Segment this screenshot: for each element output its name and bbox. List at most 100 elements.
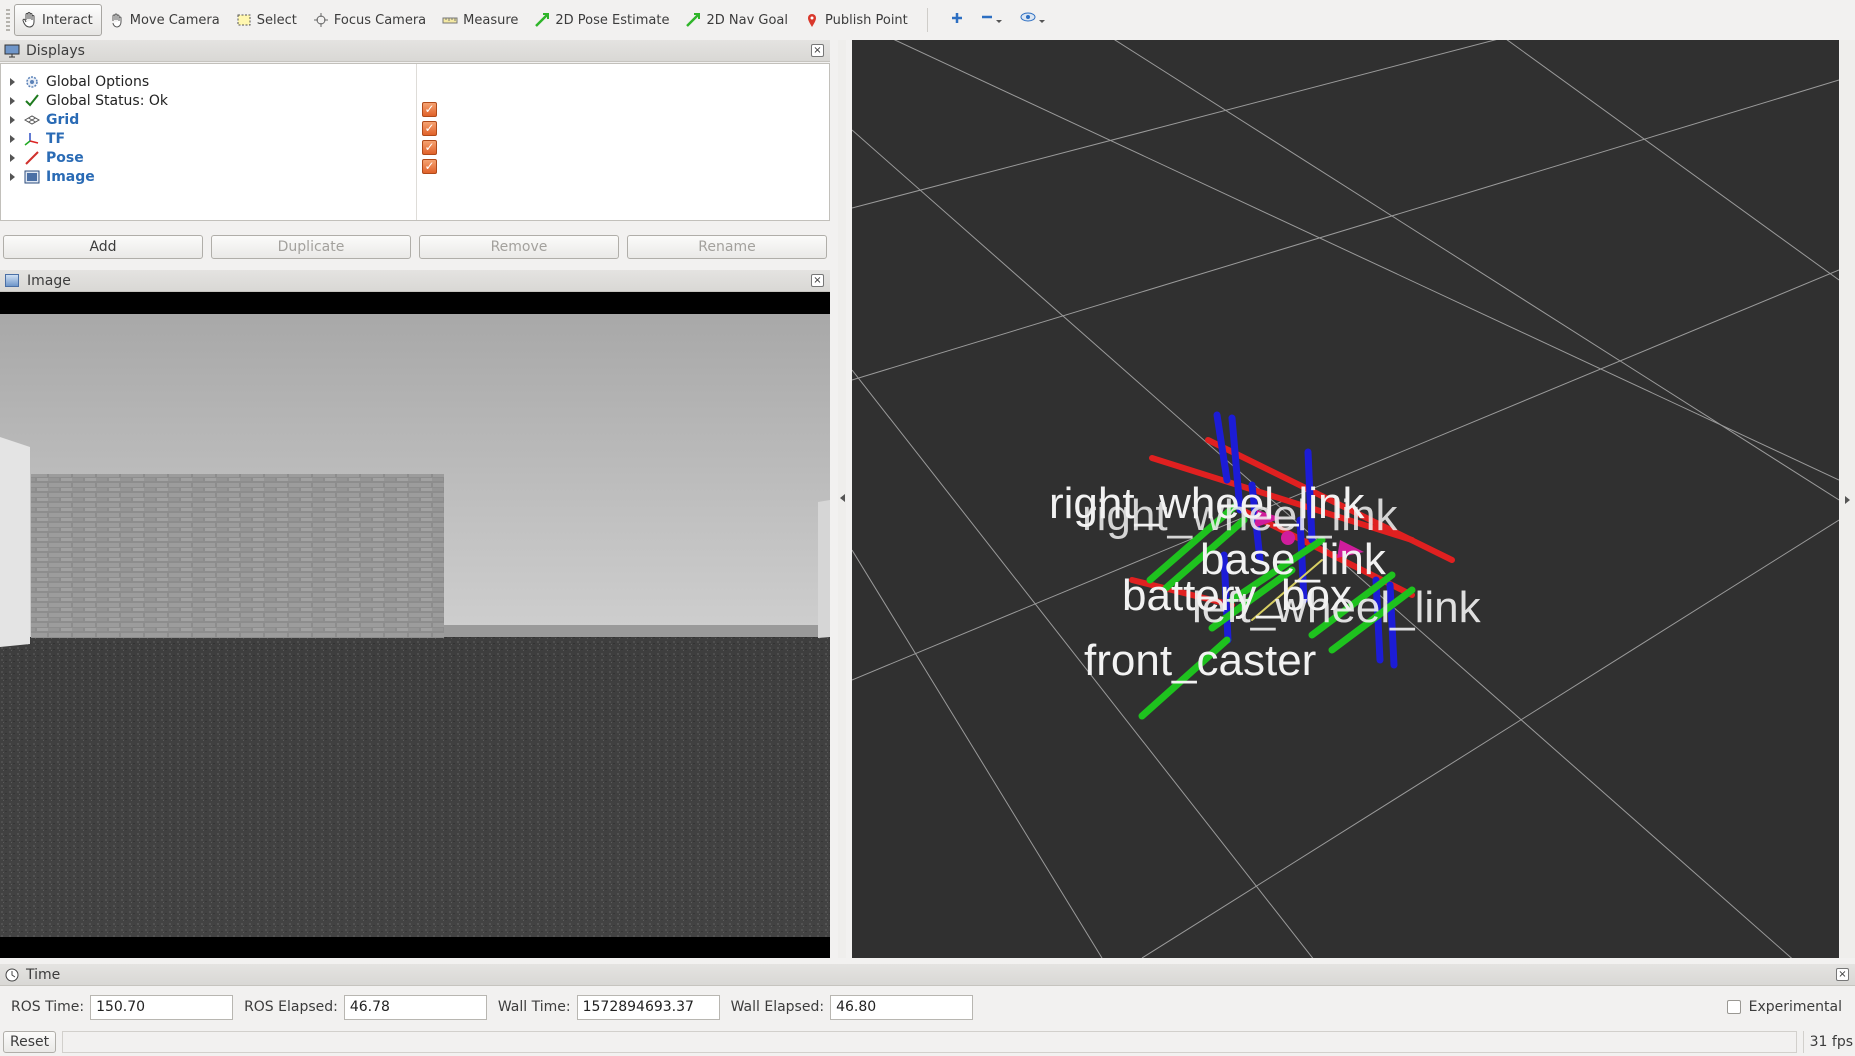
select-tool-button[interactable]: Select <box>229 4 306 36</box>
move-camera-label: Move Camera <box>129 12 220 28</box>
interact-label: Interact <box>42 12 93 28</box>
global-status-label: Global Status: Ok <box>46 92 169 109</box>
wall-time-label: Wall Time: <box>497 999 571 1015</box>
column-divider[interactable] <box>416 64 417 220</box>
remove-tool-menu-button[interactable] <box>972 4 1012 36</box>
nav-goal-icon <box>685 12 701 28</box>
focus-camera-label: Focus Camera <box>333 12 427 28</box>
displays-close-button[interactable]: × <box>811 44 824 57</box>
interact-tool-button[interactable]: Interact <box>14 4 102 36</box>
measure-tool-button[interactable]: Measure <box>435 4 527 36</box>
experimental-checkbox[interactable] <box>1726 1000 1741 1014</box>
tf-label: TF <box>46 130 66 147</box>
monitor-icon <box>4 44 20 58</box>
expand-arrow-icon[interactable] <box>10 153 15 162</box>
measure-icon <box>442 12 458 28</box>
image-icon <box>24 169 40 185</box>
tree-item-image[interactable]: Image <box>1 167 95 186</box>
frame-label: right_wheel_link <box>1082 491 1399 540</box>
pose-enabled-checkbox[interactable]: ✓ <box>422 140 437 155</box>
eye-icon <box>1020 11 1048 29</box>
pose-estimate-icon <box>534 12 550 28</box>
ros-elapsed-field[interactable]: 46.78 <box>343 994 487 1020</box>
frame-label: front_caster <box>1084 636 1316 685</box>
add-display-button[interactable]: Add <box>3 235 203 259</box>
frame-label: left_wheel_link <box>1192 583 1482 632</box>
displays-tree[interactable]: Global Options Global Status: Ok Grid TF <box>0 63 830 221</box>
frame-labels: right_wheel_link right_wheel_link base_l… <box>1049 479 1482 685</box>
publish-point-tool-button[interactable]: Publish Point <box>797 4 917 36</box>
grid-icon <box>23 112 41 128</box>
image-panel-close-button[interactable]: × <box>811 274 824 287</box>
image-panel-title: Image × <box>0 270 830 292</box>
reset-button[interactable]: Reset <box>3 1031 57 1053</box>
time-fields-row: ROS Time: 150.70 ROS Elapsed: 46.78 Wall… <box>0 992 1855 1022</box>
move-camera-icon <box>109 12 125 28</box>
collapse-left-arrow-icon[interactable] <box>840 494 845 502</box>
time-panel-close-button[interactable]: × <box>1836 968 1849 981</box>
image-label: Image <box>46 168 95 185</box>
gear-icon <box>24 74 40 90</box>
rviz-window: Interact Move Camera Select Focus Camera… <box>0 0 1855 1056</box>
displays-panel-title: Displays × <box>0 40 830 62</box>
grid-label: Grid <box>46 111 80 128</box>
expand-arrow-icon[interactable] <box>10 96 15 105</box>
rename-display-button[interactable]: Rename <box>627 235 827 259</box>
grid-enabled-checkbox[interactable]: ✓ <box>422 102 437 117</box>
expand-arrow-icon[interactable] <box>10 134 15 143</box>
wall-time-field[interactable]: 1572894693.37 <box>576 994 720 1020</box>
ros-time-field[interactable]: 150.70 <box>90 994 234 1020</box>
remove-display-button[interactable]: Remove <box>419 235 619 259</box>
camera-image-view[interactable] <box>0 292 830 958</box>
hand-icon <box>21 12 37 28</box>
status-bar: Reset 31 fps <box>0 1028 1855 1056</box>
focus-camera-icon <box>313 12 329 28</box>
nav-goal-tool-button[interactable]: 2D Nav Goal <box>678 4 797 36</box>
pose-arrow-icon <box>24 150 40 166</box>
tree-item-pose[interactable]: Pose <box>1 148 84 167</box>
move-camera-tool-button[interactable]: Move Camera <box>102 4 229 36</box>
image-enabled-checkbox[interactable]: ✓ <box>422 159 437 174</box>
tree-item-global-status[interactable]: Global Status: Ok <box>1 91 168 110</box>
publish-point-label: Publish Point <box>825 12 908 28</box>
plus-icon <box>950 11 964 29</box>
select-label: Select <box>256 12 297 28</box>
expand-arrow-icon[interactable] <box>10 172 15 181</box>
publish-point-icon <box>804 12 820 28</box>
right-dock-splitter[interactable] <box>1840 40 1855 958</box>
tree-item-global-options[interactable]: Global Options <box>1 72 149 91</box>
status-message-area <box>62 1031 1797 1053</box>
experimental-label: Experimental <box>1748 999 1842 1015</box>
ros-elapsed-label: ROS Elapsed: <box>244 999 338 1015</box>
expand-arrow-icon[interactable] <box>10 77 15 86</box>
toolbar-grip[interactable] <box>6 9 10 31</box>
time-title: Time <box>26 966 61 983</box>
tf-axes-icon <box>24 131 40 147</box>
focus-camera-tool-button[interactable]: Focus Camera <box>306 4 435 36</box>
expand-arrow-icon[interactable] <box>10 115 15 124</box>
duplicate-display-button[interactable]: Duplicate <box>211 235 411 259</box>
pose-estimate-tool-button[interactable]: 2D Pose Estimate <box>527 4 678 36</box>
checkmark-icon <box>24 93 40 109</box>
select-icon <box>236 12 252 28</box>
collapse-right-arrow-icon[interactable] <box>1845 496 1850 504</box>
tf-enabled-checkbox[interactable]: ✓ <box>422 121 437 136</box>
clock-icon <box>4 967 20 983</box>
image-panel-title-text: Image <box>27 272 71 289</box>
tree-item-grid[interactable]: Grid <box>1 110 79 129</box>
tree-item-tf[interactable]: TF <box>1 129 65 148</box>
render-3d-view[interactable]: right_wheel_link right_wheel_link base_l… <box>852 40 1839 958</box>
view-panels-menu-button[interactable] <box>1012 4 1056 36</box>
camera-frame <box>0 292 830 958</box>
ros-time-label: ROS Time: <box>11 999 85 1015</box>
minus-icon <box>980 11 1004 29</box>
global-options-label: Global Options <box>46 73 150 90</box>
add-tool-button[interactable] <box>942 4 972 36</box>
toolbar-separator <box>926 8 928 32</box>
nav-goal-label: 2D Nav Goal <box>706 12 789 28</box>
fps-counter: 31 fps <box>1802 1031 1853 1053</box>
image-panel-icon <box>5 274 19 287</box>
wall-elapsed-label: Wall Elapsed: <box>730 999 825 1015</box>
main-splitter[interactable] <box>838 40 846 958</box>
wall-elapsed-field[interactable]: 46.80 <box>830 994 974 1020</box>
